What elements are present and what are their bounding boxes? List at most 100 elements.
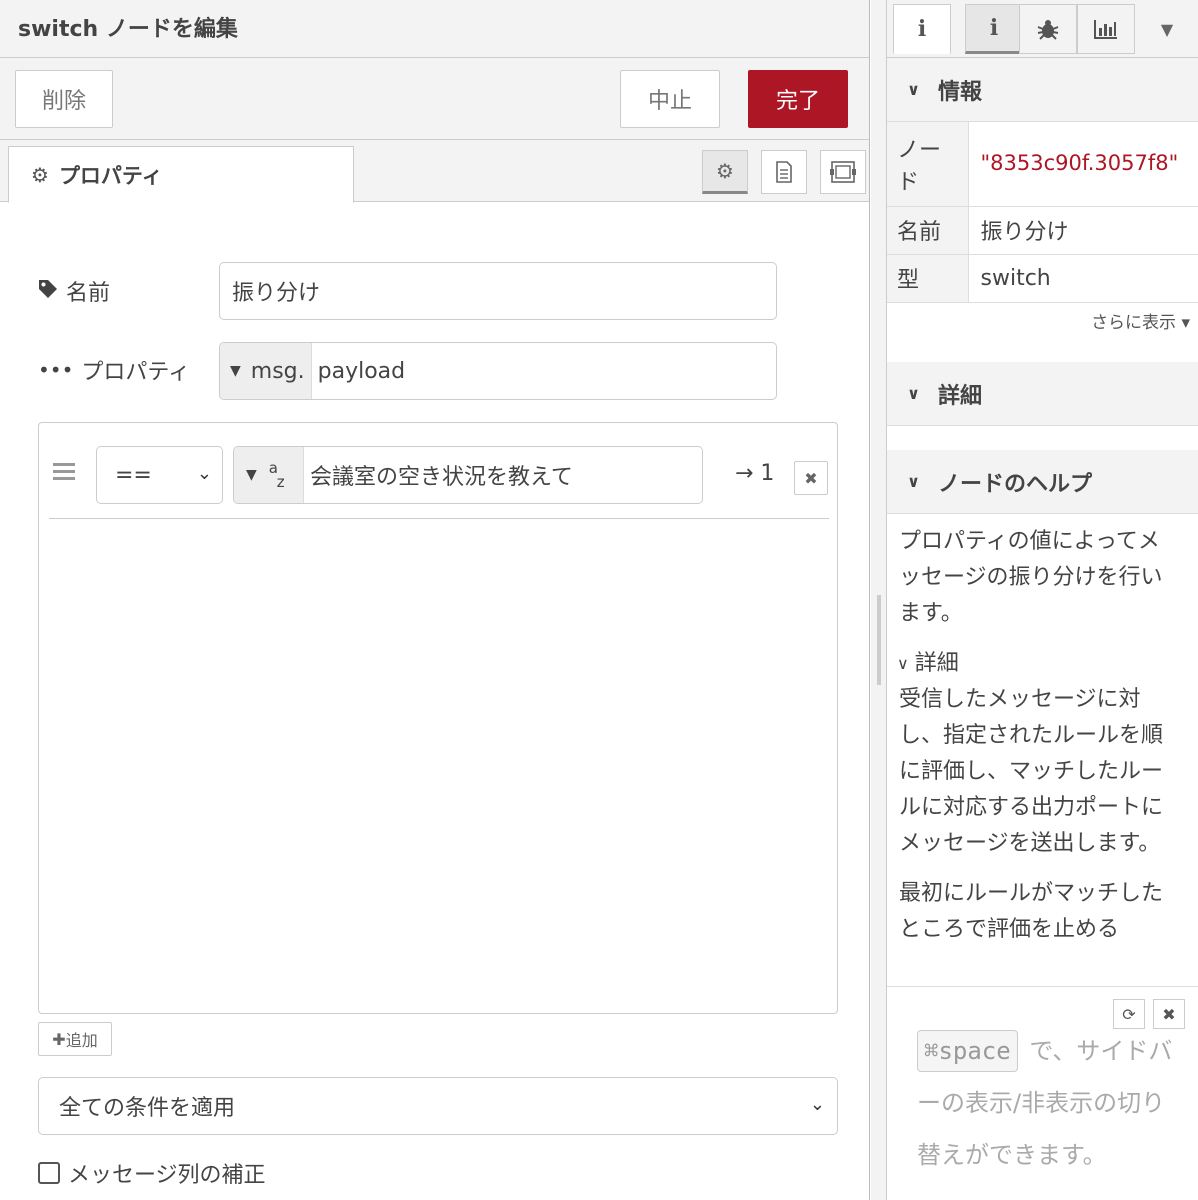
sidebar-tabs: i i ▼ [887, 0, 1198, 58]
name-input[interactable]: 振り分け [219, 262, 777, 320]
tray-toolbar: 削除 中止 完了 [0, 58, 869, 140]
help-subheading[interactable]: ∨ 詳細 [899, 646, 1179, 682]
string-type-icon: az [268, 459, 285, 491]
shortcut-tip-panel: ⟳ ✖ ⌘space で、サイドバーの表示/非表示の切り替えができます。 [887, 986, 1198, 1200]
chart-icon [1094, 20, 1117, 39]
info-icon: i [917, 16, 927, 42]
close-icon: ✖ [1162, 1004, 1176, 1024]
check-all-value: 全ての条件を適用 [59, 1096, 236, 1121]
plus-icon: ✚ [52, 1029, 66, 1049]
shortcut-hint: ⌘space で、サイドバーの表示/非表示の切り替えができます。 [917, 1025, 1177, 1181]
table-row: ノード "8353c90f.3057f8" [887, 122, 1198, 207]
help-subheading-text: 詳細 [914, 651, 959, 676]
chevron-down-icon: ∨ [907, 384, 920, 403]
node-id-value[interactable]: "8353c90f.3057f8" [968, 122, 1198, 207]
info-section-header[interactable]: ∨ 情報 [887, 58, 1198, 122]
add-rule-label: 追加 [65, 1031, 98, 1050]
caret-down-icon: ▼ [230, 363, 241, 379]
close-icon: ✖ [804, 468, 818, 488]
property-type-label: msg. [250, 358, 305, 384]
rule-value-text[interactable]: 会議室の空き状況を教えて [304, 459, 573, 491]
table-row: 名前 振り分け [887, 206, 1198, 255]
help-paragraph: 最初にルールがマッチしたところで評価を止める [899, 881, 1164, 942]
splitter-grip[interactable] [877, 595, 881, 685]
property-label: ••• プロパティ [38, 354, 190, 386]
details-section-title: 詳細 [938, 383, 983, 409]
rule-type-selector[interactable]: ▼ az [234, 447, 304, 503]
table-row: 型 switch [887, 254, 1198, 303]
gear-icon: ⚙ [31, 162, 49, 187]
name-label-text: 名前 [66, 281, 111, 306]
description-tab-button[interactable] [761, 150, 807, 194]
node-appearance-icon [830, 161, 856, 183]
refresh-icon: ⟳ [1122, 1004, 1136, 1024]
chevron-down-icon: ⌄ [809, 1094, 825, 1115]
chevron-down-icon: ⌄ [196, 463, 212, 484]
sidebar-tab-debug[interactable] [1019, 4, 1077, 54]
rule-value-input[interactable]: ▼ az 会議室の空き状況を教えて [233, 446, 703, 504]
info-icon: i [989, 15, 999, 41]
help-body: プロパティの値によってメッセージの振り分けを行います。 ∨ 詳細 受信したメッセ… [899, 524, 1179, 984]
rule-row: == ⌄ ▼ az 会議室の空き状況を教えて → 1 ✖ [49, 439, 829, 519]
sidebar: i i ▼ ∨ 情報 ノード "8353c90f.3057f8" 名前 振り分け… [887, 0, 1198, 1200]
done-button[interactable]: 完了 [748, 70, 848, 128]
settings-tab-button[interactable]: ⚙ [702, 150, 748, 194]
document-icon [776, 161, 792, 183]
tab-properties[interactable]: ⚙ プロパティ [8, 146, 354, 203]
help-paragraph: プロパティの値によってメッセージの振り分けを行います。 [899, 529, 1163, 626]
keyboard-shortcut: ⌘space [917, 1030, 1018, 1072]
repair-sequence-option: メッセージ列の補正 [38, 1157, 266, 1189]
sidebar-tab-dashboard[interactable] [1077, 4, 1135, 54]
node-editor-tray: switch ノードを編集 削除 中止 完了 ⚙ プロパティ ⚙ 名前 振り分け… [0, 0, 870, 1200]
name-key: 名前 [887, 206, 969, 255]
property-label-text: プロパティ [81, 360, 191, 385]
details-section-header[interactable]: ∨ 詳細 [887, 362, 1198, 426]
add-rule-button[interactable]: ✚ 追加 [38, 1022, 112, 1056]
tag-icon [38, 279, 58, 304]
caret-down-icon: ▼ [246, 467, 257, 483]
details-section-body [887, 426, 1198, 450]
rule-output-port: → 1 [735, 461, 775, 486]
chevron-down-icon: ∨ [899, 654, 909, 673]
info-section-title: 情報 [938, 79, 983, 105]
sidebar-tab-help[interactable]: i [965, 4, 1023, 54]
caret-down-icon: ▼ [1160, 19, 1174, 39]
name-label: 名前 [38, 275, 110, 307]
drag-handle-icon[interactable] [53, 463, 75, 483]
repair-label: メッセージ列の補正 [68, 1163, 266, 1188]
node-info-table: ノード "8353c90f.3057f8" 名前 振り分け 型 switch [887, 122, 1198, 303]
check-all-select[interactable]: 全ての条件を適用 ⌄ [38, 1077, 838, 1135]
help-section-title: ノードのヘルプ [938, 471, 1093, 497]
property-type-selector[interactable]: ▼ msg. [220, 343, 312, 399]
type-value: switch [968, 254, 1198, 303]
type-key: 型 [887, 254, 969, 303]
tab-properties-label: プロパティ [58, 163, 163, 188]
property-input[interactable]: ▼ msg. payload [219, 342, 777, 400]
rule-operator-select[interactable]: == ⌄ [96, 446, 223, 504]
help-paragraph: 受信したメッセージに対し、指定されたルールを順に評価し、マッチしたルールに対応す… [899, 687, 1164, 856]
show-more-link[interactable]: さらに表示 ▾ [1091, 308, 1190, 333]
node-id[interactable]: "8353c90f.3057f8" [981, 151, 1179, 175]
tray-title: switch ノードを編集 [18, 17, 238, 42]
sidebar-tab-info[interactable]: i [893, 4, 951, 54]
rule-operator-value: == [115, 462, 152, 488]
gear-icon: ⚙ [716, 159, 734, 183]
repair-checkbox[interactable] [38, 1162, 60, 1184]
appearance-tab-button[interactable] [820, 150, 866, 194]
delete-button[interactable]: 削除 [15, 70, 113, 128]
tray-header: switch ノードを編集 [0, 0, 869, 58]
node-key: ノード [887, 122, 969, 207]
name-value: 振り分け [968, 206, 1198, 255]
property-value[interactable]: payload [312, 359, 405, 384]
chevron-down-icon: ∨ [907, 472, 920, 491]
ellipsis-icon: ••• [38, 358, 74, 382]
sidebar-tab-menu[interactable]: ▼ [1147, 4, 1187, 54]
chevron-down-icon: ∨ [907, 80, 920, 99]
editor-tabs: ⚙ プロパティ ⚙ [0, 140, 869, 203]
help-section-header[interactable]: ∨ ノードのヘルプ [887, 450, 1198, 514]
sidebar-splitter[interactable] [871, 0, 887, 1200]
bug-icon [1037, 20, 1059, 40]
rules-list: == ⌄ ▼ az 会議室の空き状況を教えて → 1 ✖ [38, 422, 838, 1014]
remove-rule-button[interactable]: ✖ [794, 461, 828, 495]
cancel-button[interactable]: 中止 [620, 70, 720, 128]
